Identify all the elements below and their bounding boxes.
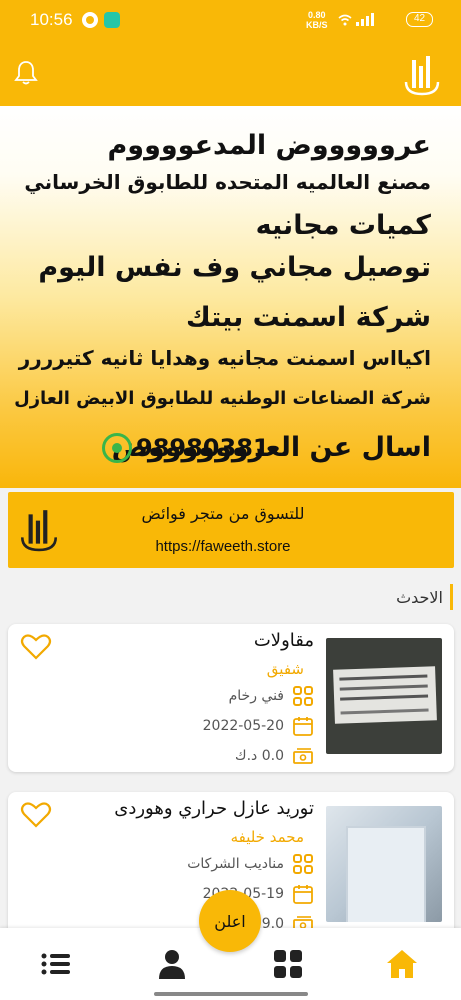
home-icon[interactable] — [386, 948, 418, 980]
network-speed: 0.80 KB/S — [306, 10, 328, 30]
wifi-icon — [338, 14, 352, 26]
section-title: الاحدث — [396, 588, 443, 607]
banner-line: كميات مجانيه — [255, 210, 431, 241]
status-time: 10:56 — [30, 10, 73, 29]
listing-thumbnail — [326, 638, 442, 754]
listing-category-row: فني رخام — [229, 684, 314, 708]
faweeth-logo-icon — [404, 56, 440, 96]
store-title: للتسوق من متجر فوائض — [141, 504, 305, 523]
listing-card[interactable]: مقاولات شفيق فني رخام 2022-05-20 0.0 د.ك — [8, 624, 454, 772]
banner-line: مصنع العالميه المتحده للطابوق الخرساني — [24, 170, 431, 194]
category-grid-icon — [293, 854, 313, 874]
listing-category: مناديب الشركات — [187, 856, 284, 872]
calendar-icon — [293, 717, 313, 736]
list-icon[interactable] — [40, 948, 72, 980]
banner-line: شركة اسمنت بيتك — [185, 302, 431, 333]
listing-author: شفيق — [266, 660, 304, 678]
banner-line: شركة الصناعات الوطنيه للطابوق الابيض الع… — [14, 388, 431, 409]
home-gesture-bar[interactable] — [154, 992, 308, 996]
listing-thumbnail — [326, 806, 442, 922]
listing-date: 2022-05-20 — [202, 718, 284, 734]
banner-phone: 98980381 — [136, 434, 270, 462]
network-speed-value: 0.80 — [307, 10, 326, 20]
listing-title: توريد عازل حراري وهوردى — [114, 798, 314, 819]
section-accent-bar — [450, 584, 453, 610]
store-link-card[interactable]: للتسوق من متجر فوائض https://faweeth.sto… — [8, 492, 454, 568]
status-bar: 10:56 0.80 KB/S 42 — [0, 0, 461, 40]
listing-price-row: 0.0 د.ك — [235, 744, 314, 768]
user-icon[interactable] — [156, 948, 188, 980]
app-bar — [0, 40, 461, 106]
network-speed-unit: KB/S — [306, 20, 328, 30]
money-icon — [293, 748, 313, 764]
listing-category: فني رخام — [228, 688, 284, 704]
heart-icon[interactable] — [20, 632, 52, 660]
banner-line: اكيااس اسمنت مجانيه وهدايا ثانيه كتيرررر — [18, 346, 431, 370]
store-url[interactable]: https://faweeth.store — [78, 538, 368, 555]
listing-category-row: مناديب الشركات — [187, 852, 314, 876]
faweeth-logo-icon — [20, 510, 58, 552]
promo-banner[interactable]: عروووووض المدعووووم مصنع العالميه المتحد… — [0, 106, 461, 488]
banner-contact: 98980381 — [102, 433, 270, 463]
category-grid-icon — [293, 686, 313, 706]
grid-icon[interactable] — [272, 948, 304, 980]
whatsapp-icon — [102, 433, 132, 463]
message-notification-icon — [104, 12, 120, 28]
calendar-icon — [293, 885, 313, 904]
listing-title: مقاولات — [253, 630, 314, 651]
heart-icon[interactable] — [20, 800, 52, 828]
banner-line: عروووووض المدعووووم — [107, 130, 431, 161]
post-ad-button[interactable]: اعلن — [199, 890, 261, 952]
listing-author: محمد خليفه — [230, 828, 304, 846]
signal-icon — [356, 13, 374, 26]
banner-line: توصيل مجاني وف نفس اليوم — [38, 252, 431, 283]
listing-price: 0.0 د.ك — [235, 748, 284, 764]
listing-date-row: 2022-05-20 — [203, 714, 314, 738]
whatsapp-notification-icon — [82, 12, 98, 28]
bell-icon[interactable] — [14, 60, 38, 86]
battery-indicator: 42 — [406, 12, 433, 27]
